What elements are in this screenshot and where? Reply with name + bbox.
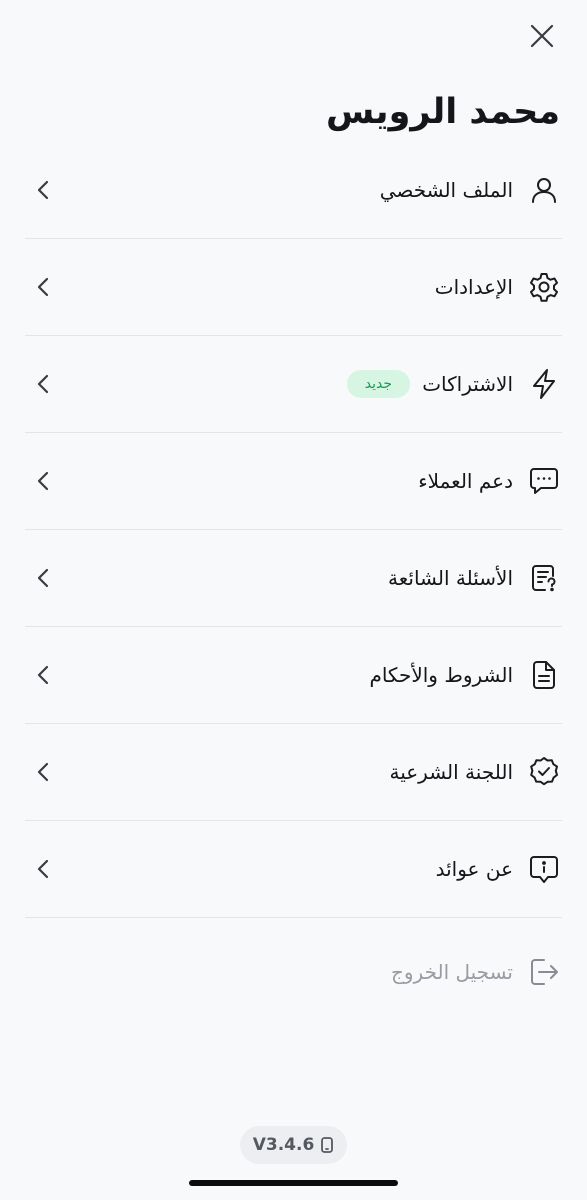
gear-icon	[526, 269, 562, 305]
menu-item-terms[interactable]: الشروط والأحكام	[25, 627, 562, 724]
chevron-left-icon	[33, 566, 53, 590]
page-title: محمد الرويس	[325, 92, 560, 132]
menu-item-label: الملف الشخصي	[379, 178, 513, 202]
menu-item-profile[interactable]: الملف الشخصي	[25, 142, 562, 239]
chevron-left-icon	[33, 372, 53, 396]
verified-badge-icon	[526, 754, 562, 790]
menu-item-subscriptions[interactable]: جديد الاشتراكات	[25, 336, 562, 433]
menu-item-settings[interactable]: الإعدادات	[25, 239, 562, 336]
chevron-left-icon	[33, 663, 53, 687]
menu-item-about[interactable]: عن عوائد	[25, 821, 562, 918]
chevron-left-icon	[33, 857, 53, 881]
chevron-left-icon	[33, 469, 53, 493]
logout-label: تسجيل الخروج	[390, 960, 513, 984]
menu-item-label: عن عوائد	[435, 857, 513, 881]
user-icon	[526, 172, 562, 208]
menu-item-label: الشروط والأحكام	[369, 663, 513, 687]
menu-item-label: دعم العملاء	[418, 469, 513, 493]
menu-item-label: اللجنة الشرعية	[389, 760, 513, 784]
logout-icon	[526, 954, 562, 990]
menu-item-sharia-committee[interactable]: اللجنة الشرعية	[25, 724, 562, 821]
new-badge: جديد	[346, 370, 410, 398]
version-text: V3.4.6	[252, 1135, 315, 1155]
menu-item-label: الإعدادات	[434, 275, 513, 299]
menu-item-label: الأسئلة الشائعة	[388, 566, 513, 590]
close-button[interactable]	[522, 16, 562, 56]
app-version: V3.4.6	[240, 1126, 347, 1164]
lightning-icon	[526, 366, 562, 402]
logout-button[interactable]: تسجيل الخروج	[25, 922, 562, 1022]
menu-item-faq[interactable]: الأسئلة الشائعة	[25, 530, 562, 627]
chat-bubble-icon	[526, 463, 562, 499]
home-indicator[interactable]	[189, 1180, 398, 1186]
close-icon	[530, 24, 554, 48]
menu-item-support[interactable]: دعم العملاء	[25, 433, 562, 530]
phone-icon	[321, 1137, 334, 1153]
info-bubble-icon	[526, 851, 562, 887]
chevron-left-icon	[33, 275, 53, 299]
chevron-left-icon	[33, 760, 53, 784]
faq-document-icon	[526, 560, 562, 596]
chevron-left-icon	[33, 178, 53, 202]
menu-item-label: الاشتراكات	[422, 372, 513, 396]
settings-menu: الملف الشخصي الإعدادات جديد الاشتراكات د…	[25, 142, 562, 918]
document-icon	[526, 657, 562, 693]
